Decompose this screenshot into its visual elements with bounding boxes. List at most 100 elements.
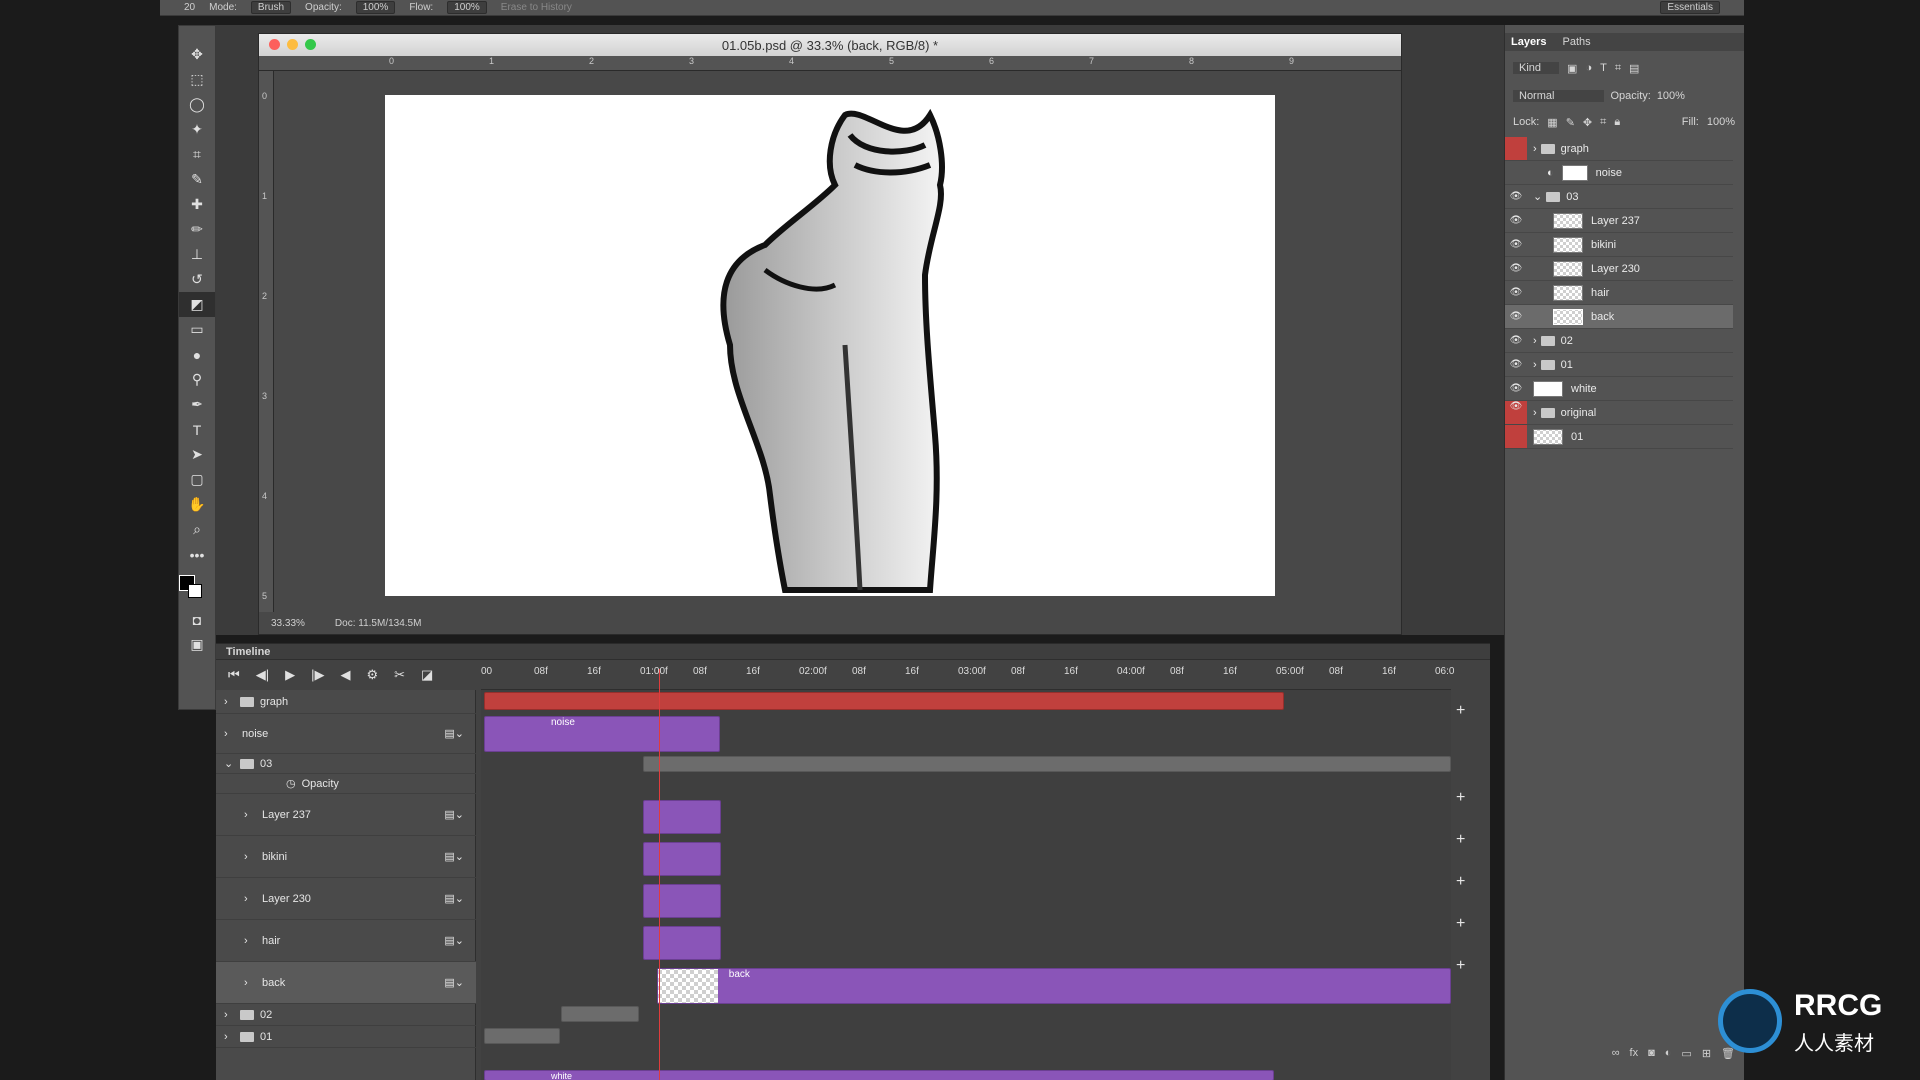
blend-mode-select[interactable]: Normal (1513, 90, 1605, 102)
layer-hair[interactable]: 👁︎ hair (1505, 281, 1733, 305)
add-media-icon[interactable]: + (1456, 789, 1465, 807)
hand-tool-icon[interactable]: ✋ (179, 492, 215, 517)
eraser-tool-icon[interactable]: ◩ (179, 292, 215, 317)
film-icon[interactable]: ▤⌄ (444, 892, 464, 905)
filter-type-icon[interactable]: T (1600, 62, 1607, 74)
workspace-select[interactable]: Essentials (1660, 1, 1720, 14)
layer-bikini[interactable]: 👁︎ bikini (1505, 233, 1733, 257)
eye-icon[interactable]: 👁︎ (1505, 215, 1527, 226)
layer-group-01[interactable]: 👁︎ › 01 (1505, 353, 1733, 377)
add-mask-icon[interactable]: ◙ (1648, 1047, 1655, 1065)
clip-back[interactable]: back (657, 968, 1451, 1004)
lasso-tool-icon[interactable]: ◯ (179, 92, 215, 117)
pen-tool-icon[interactable]: ✒ (179, 392, 215, 417)
filter-pixel-icon[interactable]: ▣ (1567, 62, 1577, 75)
opacity-field[interactable]: 100% (1657, 90, 1685, 102)
clip-group-02[interactable] (561, 1006, 639, 1022)
mode-select[interactable]: Brush (250, 1, 292, 14)
film-icon[interactable]: ▤⌄ (444, 976, 464, 989)
rectangle-tool-icon[interactable]: ▢ (179, 467, 215, 492)
fx-icon[interactable]: fx (1630, 1047, 1639, 1065)
next-frame-icon[interactable]: |▶ (311, 667, 324, 683)
gradient-tool-icon[interactable]: ▭ (179, 317, 215, 342)
film-icon[interactable]: ▤⌄ (444, 850, 464, 863)
zoom-tool-icon[interactable]: ⌕ (179, 517, 215, 542)
doc-size-readout[interactable]: Doc: 11.5M/134.5M (335, 618, 422, 629)
eye-icon[interactable]: 👁︎ (1505, 383, 1527, 394)
add-media-icon[interactable]: + (1456, 873, 1465, 891)
brush-tool-icon[interactable]: ✏ (179, 217, 215, 242)
filter-kind-select[interactable]: Kind (1513, 62, 1560, 74)
fill-field[interactable]: 100% (1707, 116, 1735, 128)
clip-group-01[interactable] (484, 1028, 560, 1044)
clip-noise[interactable]: noise (484, 716, 720, 752)
filter-adjust-icon[interactable]: ◑ (1585, 62, 1592, 74)
ruler-vertical[interactable]: 0 1 2 3 4 5 (259, 71, 274, 612)
timeline-row-back[interactable]: › back ▤⌄ (216, 962, 476, 1004)
timeline-ruler[interactable]: 00 08f 16f 01:00f 08f 16f 02:00f 08f 16f 03:00f 08… (481, 660, 1454, 690)
timeline-row-opacity[interactable]: ◷ Opacity (216, 774, 476, 794)
timeline-row-layer-230[interactable]: › Layer 230 ▤⌄ (216, 878, 476, 920)
visibility-off-icon[interactable] (1505, 137, 1527, 160)
eye-icon[interactable]: 👁︎ (1505, 239, 1527, 250)
clip-graph[interactable] (484, 692, 1284, 710)
eye-icon[interactable]: 👁︎ (1505, 335, 1527, 346)
eye-icon[interactable]: 👁︎ (1505, 191, 1527, 202)
timeline-row-03[interactable]: ⌄ 03 (216, 754, 476, 774)
film-icon[interactable]: ▤⌄ (444, 808, 464, 821)
opacity-field[interactable]: 100% (355, 1, 396, 14)
previous-frame-icon[interactable]: ◀| (256, 667, 269, 683)
split-scissors-icon[interactable]: ✂ (394, 667, 405, 683)
timeline-row-hair[interactable]: › hair ▤⌄ (216, 920, 476, 962)
eye-icon[interactable]: 👁︎ (1505, 401, 1527, 424)
stopwatch-icon[interactable]: ◷ (286, 777, 296, 790)
lock-artboard-icon[interactable]: ⌗ (1600, 116, 1606, 129)
clip-bikini[interactable] (643, 842, 721, 876)
zoom-readout[interactable]: 33.33% (271, 618, 305, 629)
clip-layer-237[interactable] (643, 800, 721, 834)
layer-layer-230[interactable]: 👁︎ Layer 230 (1505, 257, 1733, 281)
eye-icon[interactable]: 👁︎ (1505, 263, 1527, 274)
eye-icon[interactable]: 👁︎ (1505, 359, 1527, 370)
move-tool-icon[interactable]: ✥ (179, 42, 215, 67)
history-brush-icon[interactable]: ↺ (179, 267, 215, 292)
layer-white[interactable]: 👁︎ white (1505, 377, 1733, 401)
ruler-horizontal[interactable]: 0 1 2 3 4 5 6 7 8 9 (259, 56, 1401, 71)
image-canvas[interactable] (385, 95, 1275, 596)
document-titlebar[interactable]: 01.05b.psd @ 33.3% (back, RGB/8) * (259, 34, 1401, 56)
layer-layer-237[interactable]: 👁︎ Layer 237 (1505, 209, 1733, 233)
transition-icon[interactable]: ◪ (421, 667, 433, 683)
layer-01[interactable]: 01 (1505, 425, 1733, 449)
layer-group-03[interactable]: 👁︎ ⌄ 03 (1505, 185, 1733, 209)
zoom-window-icon[interactable] (305, 39, 316, 50)
film-icon[interactable]: ▤⌄ (444, 934, 464, 947)
play-icon[interactable]: ▶ (285, 667, 295, 683)
brush-size[interactable]: 20 (184, 2, 195, 13)
playhead[interactable] (659, 669, 660, 1080)
tab-layers[interactable]: Layers (1511, 33, 1546, 51)
blur-tool-icon[interactable]: ● (179, 342, 215, 367)
film-icon[interactable]: ▤⌄ (444, 727, 464, 740)
filter-smart-icon[interactable]: ▤ (1629, 62, 1639, 75)
lock-paint-icon[interactable]: ✎ (1566, 116, 1575, 129)
audio-icon[interactable]: ◀ (340, 667, 350, 683)
close-window-icon[interactable] (269, 39, 280, 50)
adjustment-layer-icon[interactable]: ◐ (1665, 1047, 1672, 1065)
filter-shape-icon[interactable]: ⌗ (1615, 62, 1621, 75)
add-media-icon[interactable]: + (1456, 915, 1465, 933)
eye-icon[interactable]: 👁︎ (1505, 287, 1527, 298)
path-select-icon[interactable]: ➤ (179, 442, 215, 467)
erase-history-checkbox[interactable]: Erase to History (501, 2, 572, 13)
clip-white[interactable]: white (484, 1070, 1274, 1080)
add-media-icon[interactable]: + (1456, 831, 1465, 849)
new-group-icon[interactable]: ▭ (1681, 1047, 1691, 1065)
marquee-tool-icon[interactable]: ⬚ (179, 67, 215, 92)
lock-position-icon[interactable]: ✥ (1583, 116, 1592, 129)
more-tools-icon[interactable]: ••• (179, 542, 215, 567)
crop-tool-icon[interactable]: ⌗ (179, 142, 215, 167)
timeline-row-01[interactable]: › 01 (216, 1026, 476, 1048)
dodge-tool-icon[interactable]: ⚲ (179, 367, 215, 392)
visibility-off-icon[interactable] (1505, 425, 1527, 448)
lock-transparency-icon[interactable]: ▦ (1547, 116, 1557, 129)
type-tool-icon[interactable]: T (179, 417, 215, 442)
